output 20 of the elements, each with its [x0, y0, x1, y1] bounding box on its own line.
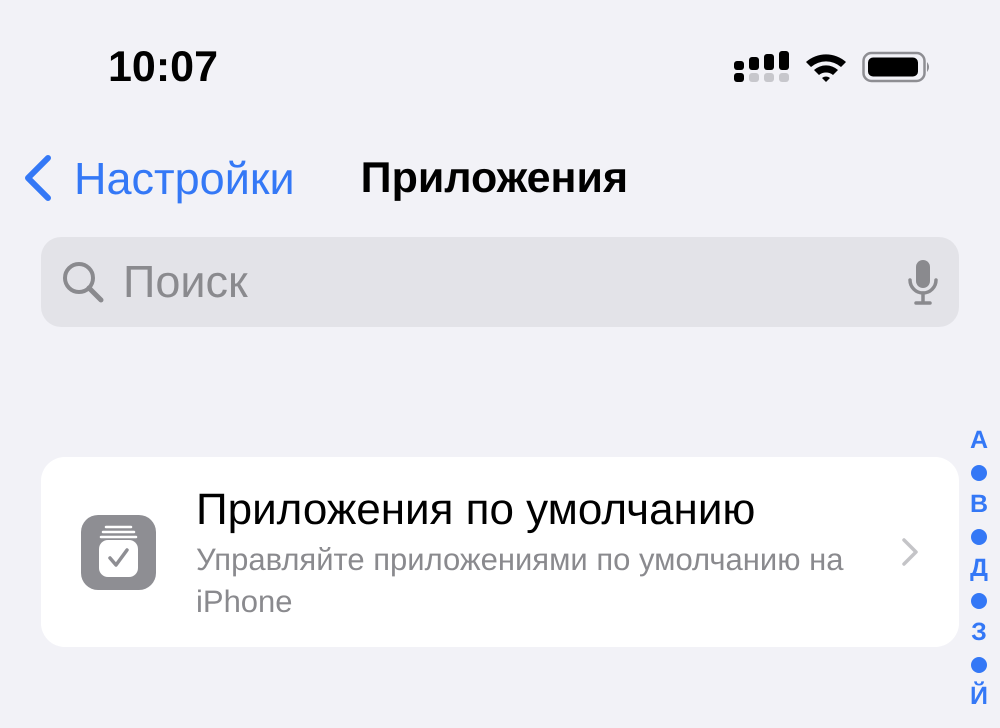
- index-letter[interactable]: Й: [970, 680, 988, 714]
- status-time: 10:07: [108, 46, 218, 88]
- battery-icon: [862, 50, 932, 84]
- back-chevron-icon: [22, 154, 52, 202]
- signal-icon: [734, 51, 790, 83]
- chevron-icon: [901, 537, 919, 567]
- row-subtitle: Управляйте приложениями по умолчанию на iPhone: [196, 540, 844, 620]
- search-bar[interactable]: Поиск: [41, 237, 959, 327]
- search-input[interactable]: Поиск: [123, 248, 907, 316]
- index-letter[interactable]: А: [970, 424, 988, 458]
- search-icon: [61, 260, 105, 304]
- index-letter[interactable]: З: [971, 616, 987, 650]
- row-title: Приложения по умолчанию: [196, 484, 756, 536]
- index-letter[interactable]: Д: [970, 552, 988, 586]
- app-icon: [81, 514, 156, 590]
- index-letter[interactable]: В: [970, 488, 988, 522]
- page-title: Приложения: [360, 156, 628, 200]
- microphone-icon[interactable]: [907, 258, 939, 306]
- list-row[interactable]: Приложения по умолчанию Управляйте приложениями по умолчанию на iPhone: [41, 457, 959, 647]
- back-button[interactable]: Настройки: [22, 154, 295, 202]
